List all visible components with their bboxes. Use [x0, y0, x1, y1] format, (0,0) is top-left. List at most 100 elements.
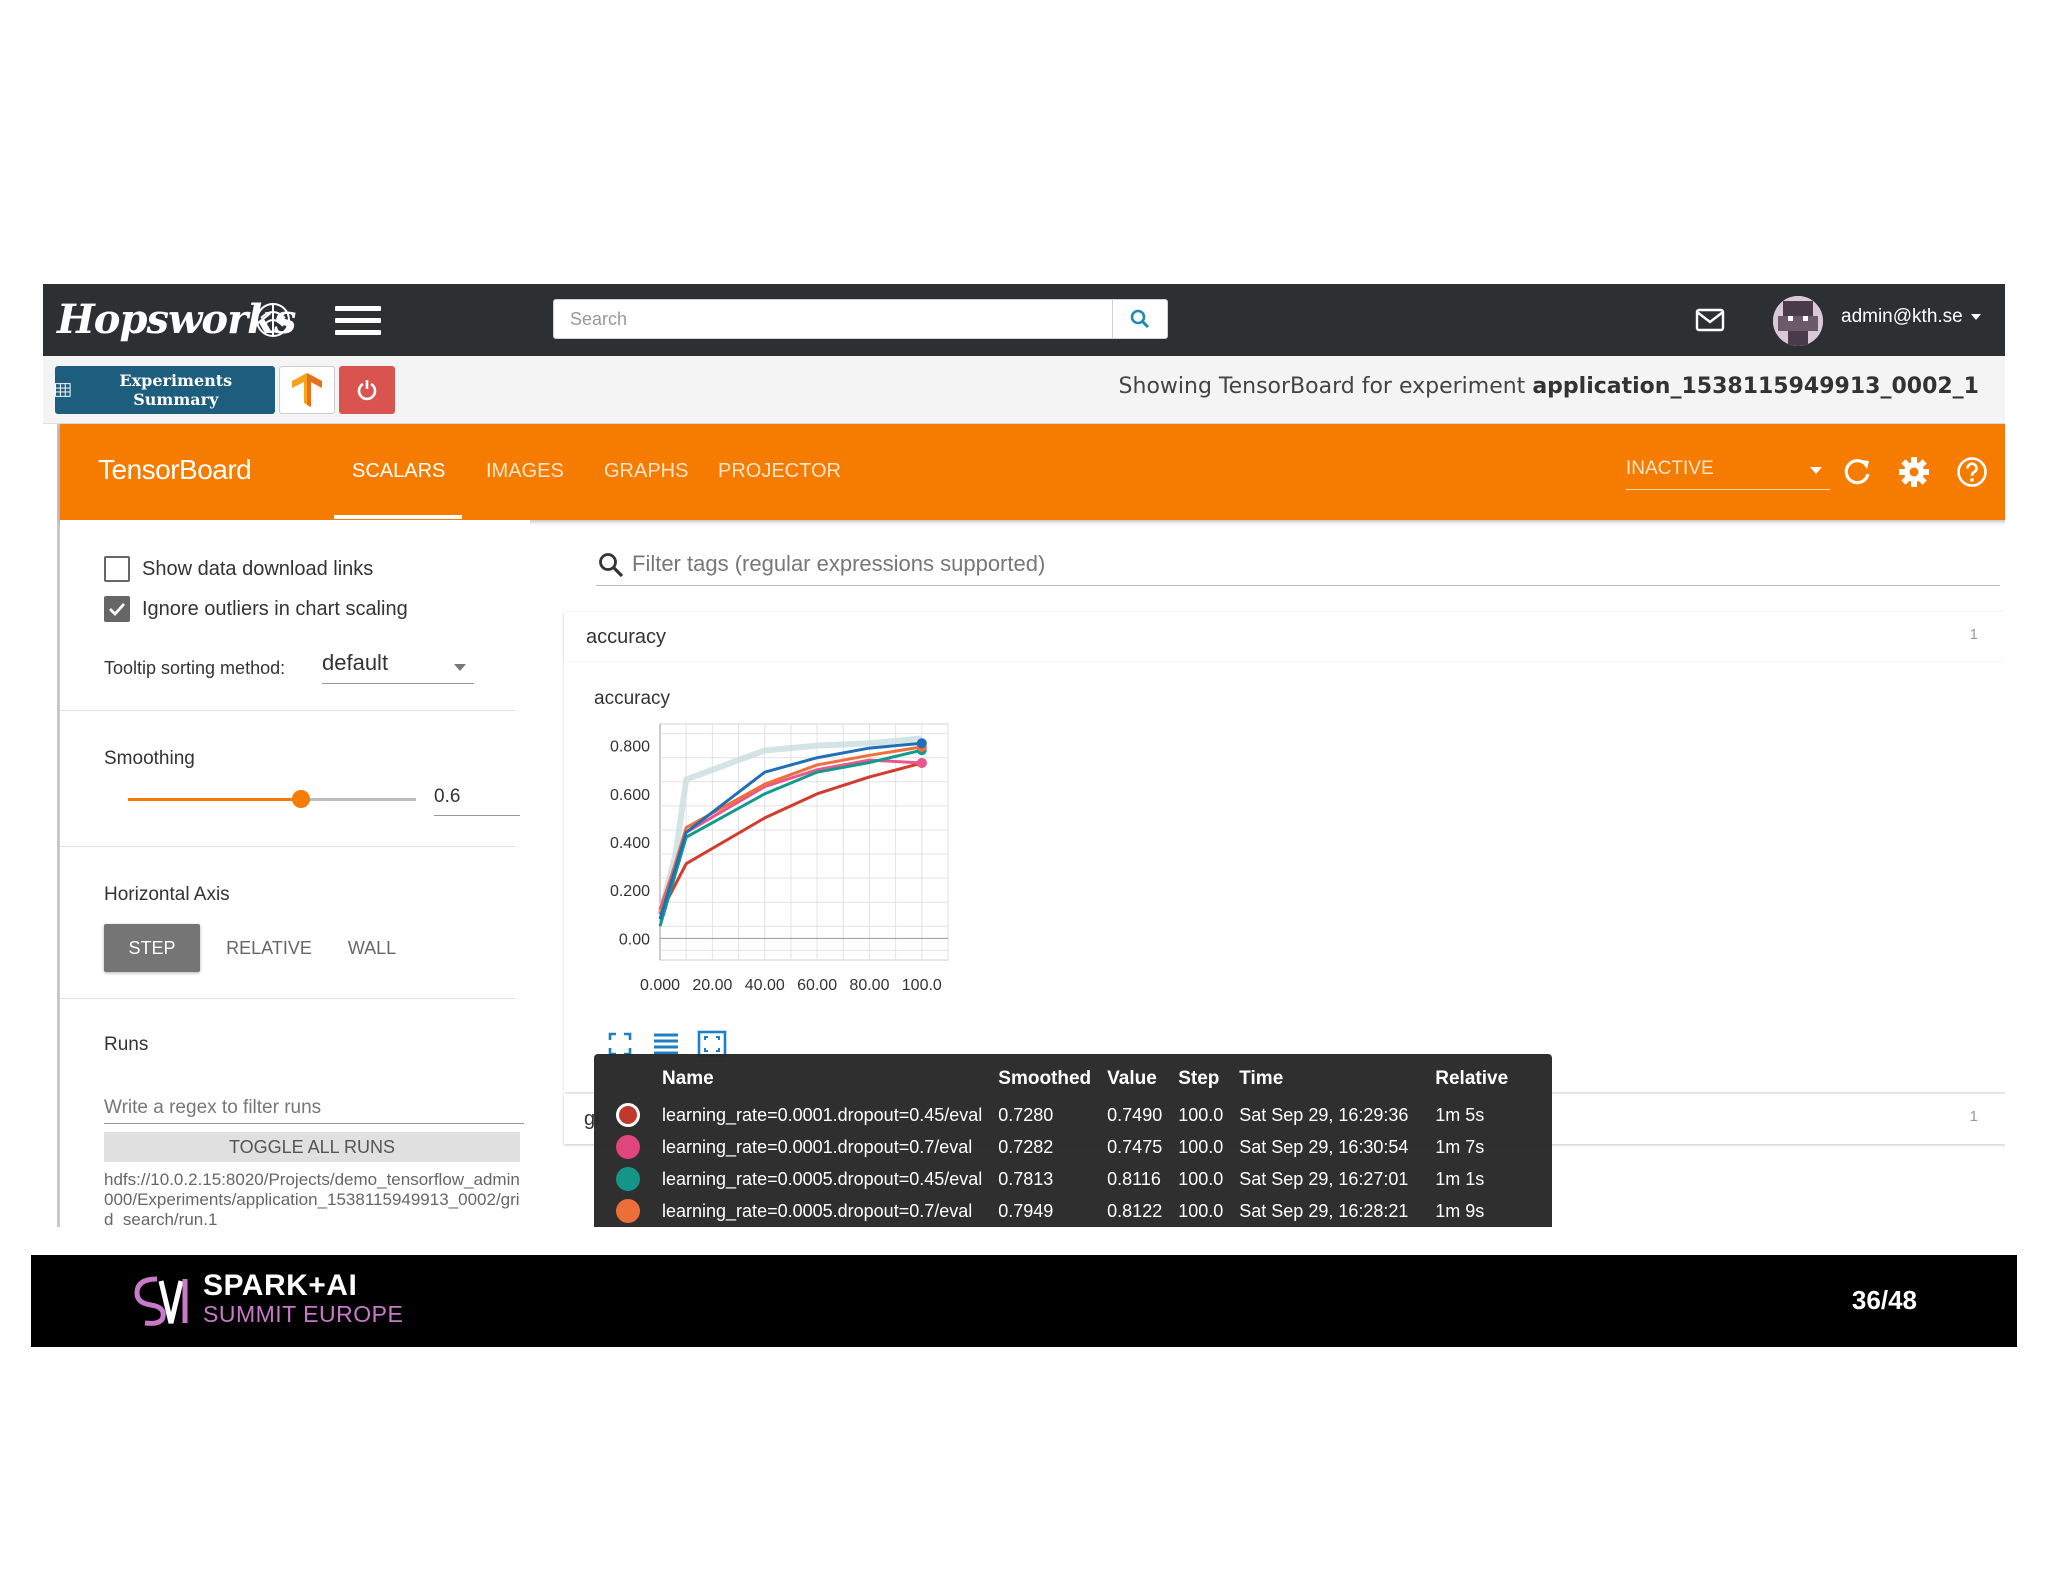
experiment-id: application_1538115949913_0002_1 — [1532, 374, 1979, 399]
run-color-swatch — [616, 1199, 640, 1223]
y-tick-label: 0.600 — [610, 787, 650, 804]
tooltip-sorting-select[interactable]: default — [322, 650, 474, 684]
toggle-all-runs-button[interactable]: TOGGLE ALL RUNS — [104, 1132, 520, 1162]
power-icon — [357, 380, 377, 401]
show-download-links-checkbox[interactable] — [104, 556, 130, 582]
tag-filter — [596, 544, 2000, 586]
ignore-outliers-checkbox[interactable] — [104, 596, 130, 622]
search-input[interactable] — [553, 299, 1113, 339]
tooltip-cell-run-name: learning_rate=0.0001.dropout=0.45/eval — [662, 1104, 983, 1125]
search-icon — [1130, 309, 1150, 329]
refresh-icon[interactable] — [1842, 457, 1872, 487]
tooltip-cell-relative: 1m 7s — [1435, 1136, 1485, 1157]
spark-ai-logo-icon — [134, 1276, 188, 1326]
help-icon[interactable] — [1956, 456, 1988, 488]
run-color-swatch — [616, 1167, 640, 1191]
tooltip-cell-value: 0.8122 — [1107, 1200, 1163, 1221]
inactive-plugins-select[interactable]: INACTIVE — [1626, 458, 1830, 490]
experiments-summary-button[interactable]: Experiments Summary — [55, 366, 275, 414]
tensorflow-icon — [292, 373, 322, 407]
accuracy-chart[interactable]: 0.00 0.200 0.400 0.600 0.800 0.000 20.00 40.00… — [584, 716, 1024, 1026]
user-menu[interactable]: admin@kth.se — [1841, 306, 1981, 328]
y-tick-label: 0.800 — [610, 739, 650, 756]
chart-title: accuracy — [594, 688, 671, 709]
run-color-swatch — [616, 1135, 640, 1159]
experiment-toolbar: Experiments Summary Showing TensorBoard … — [43, 356, 2005, 424]
tooltip-cell-step: 100.0 — [1178, 1168, 1224, 1189]
tooltip-row: learning_rate=0.0005.dropout=0.45/eval 0.… — [608, 1164, 1516, 1196]
series-end-point — [916, 738, 927, 749]
tab-graphs[interactable]: GRAPHS — [604, 460, 688, 483]
hamburger-menu-icon[interactable] — [335, 306, 381, 338]
show-download-links-row[interactable]: Show data download links — [104, 556, 373, 582]
gear-icon[interactable] — [1898, 456, 1930, 488]
search-button[interactable] — [1112, 299, 1168, 339]
tooltip-row: learning_rate=0.0001.dropout=0.7/eval 0.7… — [608, 1132, 1516, 1164]
tooltip-cell-relative: 1m 5s — [1435, 1104, 1485, 1125]
tag-filter-input[interactable] — [632, 548, 1992, 580]
axis-wall-button[interactable]: WALL — [332, 924, 412, 972]
divider — [60, 710, 516, 711]
scalar-chart-card: accuracy 0.00 0.200 0.400 0.600 0.800 0.000 2… — [564, 662, 2005, 1092]
tooltip-cell-smoothed: 0.7282 — [998, 1136, 1054, 1157]
y-tick-label: 0.200 — [610, 883, 650, 900]
x-tick-label: 100.0 — [902, 977, 942, 994]
ignore-outliers-row[interactable]: Ignore outliers in chart scaling — [104, 596, 408, 622]
x-tick-label: 20.00 — [692, 977, 732, 994]
smoothing-slider-handle[interactable] — [291, 790, 310, 808]
hops-logo-icon — [256, 303, 290, 337]
slide: Hopsworks admin@kth.se Experiments Summa… — [0, 0, 2048, 1582]
category-count: 1 — [1969, 1108, 1978, 1125]
run-path[interactable]: hdfs://10.0.2.15:8020/Projects/demo_tens… — [104, 1170, 524, 1227]
runs-filter-input[interactable] — [104, 1092, 524, 1124]
axis-step-button[interactable]: STEP — [104, 924, 200, 972]
axis-relative-button[interactable]: RELATIVE — [214, 924, 324, 972]
tooltip-table: Name Smoothed Value Step Time Relative l… — [608, 1068, 1516, 1227]
chevron-down-icon — [1810, 467, 1822, 474]
smoothing-value-input[interactable]: 0.6 — [434, 780, 520, 816]
tooltip-header-row: Name Smoothed Value Step Time Relative — [608, 1068, 1516, 1100]
run-color-swatch — [616, 1103, 640, 1127]
tooltip-row: learning_rate=0.0005.dropout=0.7/eval 0.7… — [608, 1196, 1516, 1227]
tooltip-cell-value: 0.7475 — [1107, 1136, 1163, 1157]
brand-title: SPARK+AI — [203, 1269, 358, 1302]
tab-projector[interactable]: PROJECTOR — [718, 460, 841, 483]
top-navbar: Hopsworks admin@kth.se — [43, 284, 2005, 356]
page-number: 36/48 — [1851, 1285, 1917, 1315]
series-end-point — [916, 757, 927, 768]
slide-footer: SPARK+AI SUMMIT EUROPE 36/48 — [31, 1255, 2017, 1347]
tooltip-cell-time: Sat Sep 29, 16:30:54 — [1239, 1136, 1409, 1157]
x-axis-ticks: 0.000 20.00 40.00 60.00 80.00 100.0 — [640, 977, 942, 994]
stop-tensorboard-button[interactable] — [339, 366, 395, 414]
chevron-down-icon — [454, 664, 466, 671]
smoothing-slider-fill — [128, 798, 301, 801]
tooltip-header-smoothed: Smoothed — [998, 1068, 1092, 1089]
tooltip-row: learning_rate=0.0001.dropout=0.45/eval 0.… — [608, 1100, 1516, 1132]
tooltip-body: learning_rate=0.0001.dropout=0.45/eval 0.… — [608, 1100, 1516, 1227]
inactive-select-value: INACTIVE — [1626, 458, 1714, 479]
tensorflow-button[interactable] — [279, 366, 335, 414]
category-count: 1 — [1969, 626, 1978, 643]
tooltip-cell-relative: 1m 1s — [1435, 1168, 1485, 1189]
runs-label: Runs — [104, 1034, 149, 1055]
tab-scalars[interactable]: SCALARS — [352, 460, 445, 483]
grid-icon — [55, 383, 71, 397]
active-tab-indicator — [334, 515, 462, 519]
smoothing-slider[interactable] — [128, 790, 416, 808]
category-header-accuracy[interactable]: accuracy 1 — [564, 612, 2005, 662]
horizontal-axis-label: Horizontal Axis — [104, 884, 230, 905]
experiment-caption-prefix: Showing TensorBoard for experiment — [1118, 374, 1533, 399]
tooltip-cell-swatch — [608, 1164, 654, 1196]
mail-icon[interactable] — [1695, 308, 1725, 332]
tooltip-cell-run-name: learning_rate=0.0005.dropout=0.7/eval — [662, 1200, 973, 1221]
y-tick-label: 0.00 — [619, 931, 650, 948]
ignore-outliers-label: Ignore outliers in chart scaling — [142, 597, 408, 620]
tooltip-cell-swatch — [608, 1100, 654, 1132]
chevron-down-icon — [1970, 313, 1981, 320]
y-axis-ticks: 0.00 0.200 0.400 0.600 0.800 — [610, 739, 650, 949]
tab-images[interactable]: IMAGES — [486, 460, 564, 483]
tooltip-cell-relative: 1m 9s — [1435, 1200, 1485, 1221]
tooltip-cell-time: Sat Sep 29, 16:29:36 — [1239, 1104, 1409, 1125]
avatar[interactable] — [1773, 296, 1823, 346]
tooltip-sorting-value: default — [322, 650, 389, 675]
